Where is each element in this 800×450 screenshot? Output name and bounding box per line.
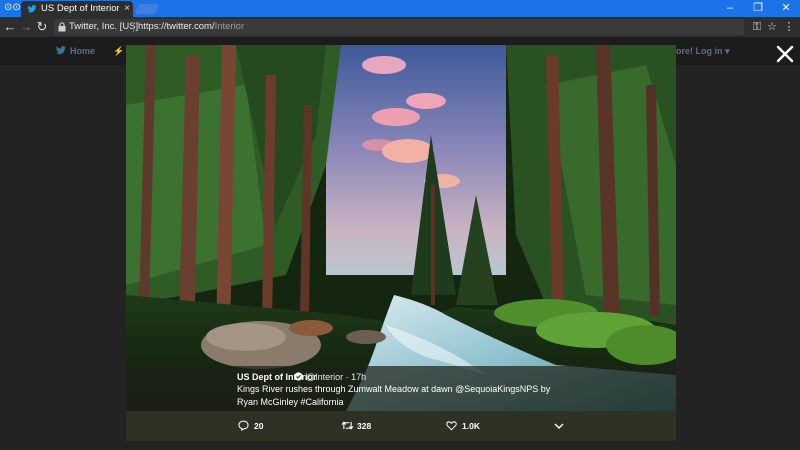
site-identity: Twitter, Inc. [US] — [69, 21, 139, 32]
reload-button[interactable]: ↻ — [34, 19, 50, 35]
address-bar[interactable]: Twitter, Inc. [US] https://twitter.com/I… — [54, 19, 744, 35]
like-count: 1.0K — [462, 421, 480, 431]
chevron-down-icon[interactable] — [553, 421, 565, 431]
tab-close-icon[interactable]: × — [122, 3, 132, 15]
retweet-button[interactable]: 328 — [341, 419, 391, 433]
author-name[interactable]: US Dept of Interior — [237, 371, 317, 383]
url-divider — [133, 22, 134, 32]
reply-button[interactable]: 20 — [238, 419, 278, 433]
url-scheme: https://twitter.com/ — [138, 21, 215, 32]
twitter-bird-icon — [27, 5, 37, 13]
tab-title: US Dept of Interior (@Int — [41, 3, 119, 14]
tweet-text: Kings River rushes through Zumwalt Meado… — [237, 384, 551, 407]
menu-icon[interactable]: ⋮ — [782, 19, 796, 35]
title-bar: ⊙⊙ US Dept of Interior (@Int × – ❐ ✕ — [0, 0, 800, 17]
media-viewer: US Dept of Interior @Interior · 17h King… — [126, 45, 676, 441]
verified-icon — [294, 372, 303, 381]
like-icon — [446, 421, 457, 431]
back-button[interactable]: ← — [2, 19, 18, 35]
retweet-icon — [341, 421, 354, 430]
forward-button[interactable]: → — [18, 19, 34, 35]
close-icon[interactable] — [775, 44, 795, 64]
browser-toolbar: ← → ↻ Twitter, Inc. [US] https://twitter… — [0, 17, 800, 37]
window-close-button[interactable]: ✕ — [772, 0, 800, 17]
browser-tab[interactable]: US Dept of Interior (@Int × — [21, 1, 133, 17]
reply-icon — [238, 420, 249, 431]
url-path: Interior — [214, 21, 245, 32]
star-icon[interactable]: ☆ — [765, 19, 779, 35]
reply-count: 20 — [254, 421, 264, 431]
nav-home-link[interactable]: Home — [70, 45, 95, 57]
retweet-count: 328 — [357, 421, 372, 431]
tweet-meta[interactable]: @Interior · 17h — [306, 371, 366, 383]
login-link[interactable]: ore! Log in ▾ — [676, 45, 730, 57]
lock-icon — [58, 22, 66, 32]
restore-button[interactable]: ❐ — [744, 0, 772, 17]
moments-icon[interactable]: ⚡ — [113, 45, 124, 57]
like-button[interactable]: 1.0K — [446, 419, 496, 433]
url-text: https://twitter.com/Interior — [138, 21, 244, 33]
twitter-logo-icon — [55, 46, 67, 55]
new-tab-button[interactable] — [135, 4, 159, 14]
tweet-actions: 20 328 1.0K — [126, 411, 676, 441]
incognito-icon: ⊙⊙ — [4, 2, 21, 13]
key-icon[interactable]: ⚿ — [750, 19, 764, 35]
tweet-photo[interactable] — [126, 45, 676, 411]
minimize-button[interactable]: – — [716, 0, 744, 17]
tweet-caption: US Dept of Interior @Interior · 17h King… — [126, 366, 676, 411]
